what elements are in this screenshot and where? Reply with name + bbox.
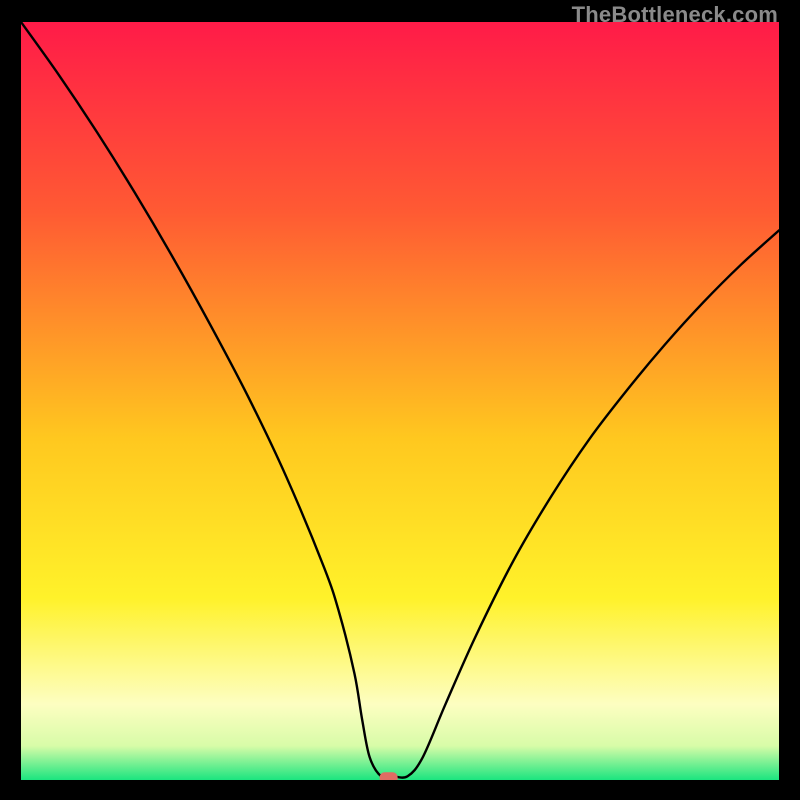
gradient-background bbox=[21, 22, 779, 780]
optimal-marker bbox=[380, 772, 398, 780]
plot-area bbox=[21, 22, 779, 780]
bottleneck-chart bbox=[21, 22, 779, 780]
chart-frame: TheBottleneck.com bbox=[0, 0, 800, 800]
